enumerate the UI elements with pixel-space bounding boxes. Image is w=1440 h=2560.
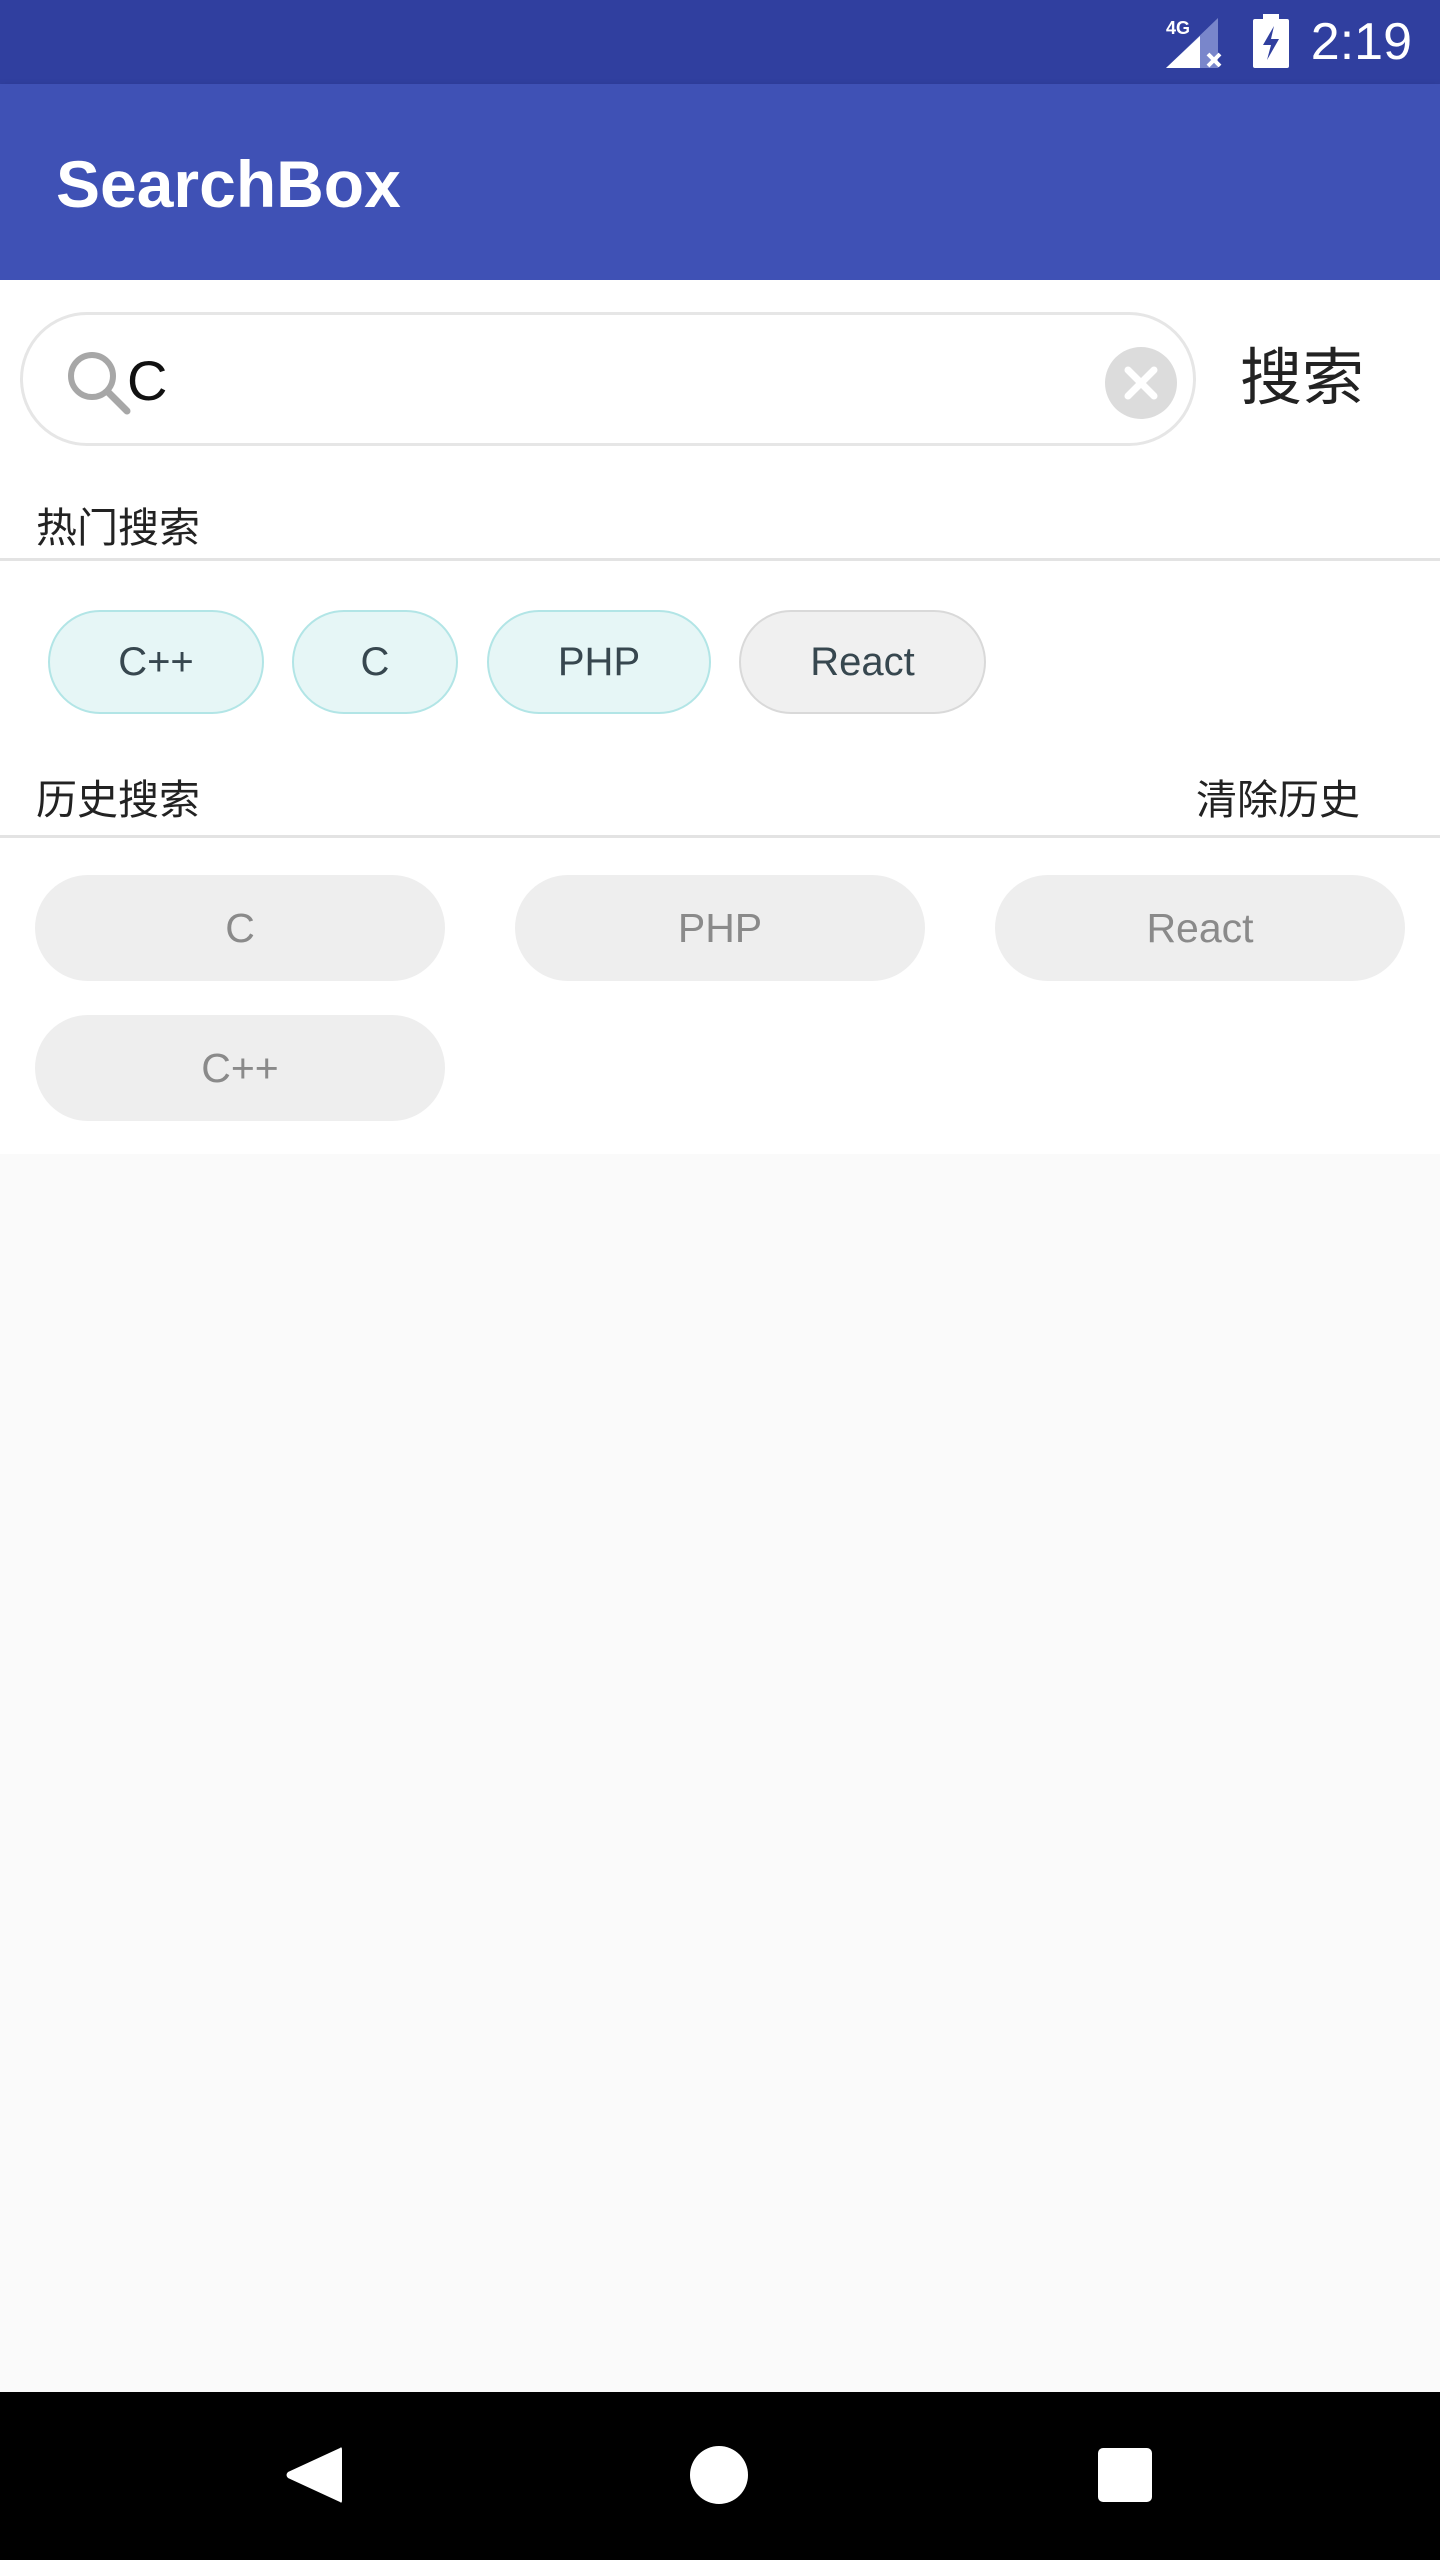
status-time: 2:19	[1310, 13, 1412, 71]
back-icon[interactable]	[284, 2444, 342, 2506]
home-icon[interactable]	[690, 2446, 748, 2504]
recent-apps-icon[interactable]	[1098, 2448, 1152, 2502]
hot-search-chip[interactable]: PHP	[487, 610, 711, 714]
signal-4g-icon: 4G	[1166, 18, 1222, 68]
hot-search-title: 热门搜索	[36, 504, 200, 552]
hot-search-chip[interactable]: C++	[48, 610, 264, 714]
hot-search-chip[interactable]: React	[739, 610, 986, 714]
history-chip[interactable]: React	[995, 875, 1405, 981]
search-icon	[68, 352, 131, 415]
history-chip[interactable]: C	[35, 875, 445, 981]
history-chip[interactable]: PHP	[515, 875, 925, 981]
navigation-bar	[0, 2392, 1440, 2560]
clear-input-icon[interactable]	[1105, 347, 1177, 419]
history-search-title: 历史搜索	[36, 776, 200, 824]
divider	[0, 558, 1440, 561]
divider	[0, 835, 1440, 838]
search-input-value[interactable]: C	[127, 345, 167, 417]
battery-charging-icon	[1253, 14, 1289, 68]
svg-text:4G: 4G	[1166, 18, 1190, 38]
search-input[interactable]: C	[20, 312, 1196, 446]
clear-history-button[interactable]: 清除历史	[1196, 774, 1360, 826]
search-button[interactable]: 搜索	[1240, 338, 1364, 418]
app-title: SearchBox	[56, 147, 401, 221]
app-bar: SearchBox	[0, 84, 1440, 280]
search-panel: C 搜索 热门搜索 C++ C PHP React 历史搜索 清除历史 C PH…	[0, 280, 1440, 1154]
hot-search-chip[interactable]: C	[292, 610, 458, 714]
history-chip[interactable]: C++	[35, 1015, 445, 1121]
status-bar: 4G 2:19	[0, 0, 1440, 84]
